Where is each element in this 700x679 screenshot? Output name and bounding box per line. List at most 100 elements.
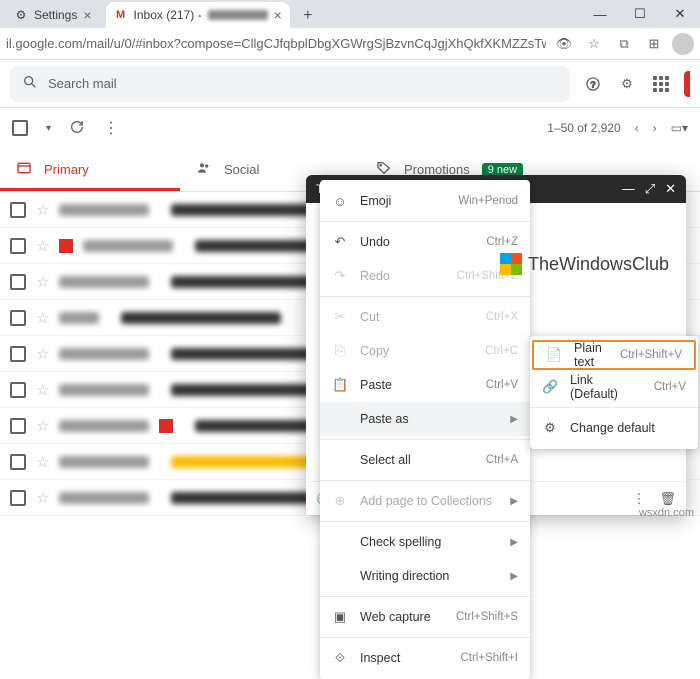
sender bbox=[59, 492, 149, 504]
ctx-web-capture[interactable]: ▣Web captureCtrl+Shift+S bbox=[320, 600, 530, 634]
close-icon[interactable]: × bbox=[83, 7, 91, 23]
inspect-icon: ⟐ bbox=[332, 650, 348, 666]
gear-icon: ⚙ bbox=[542, 420, 558, 436]
ctx-undo[interactable]: ↶UndoCtrl+Z bbox=[320, 225, 530, 259]
new-tab-button[interactable]: + bbox=[296, 4, 320, 28]
next-page-icon[interactable]: › bbox=[653, 121, 657, 135]
extensions-icon[interactable]: ⊞ bbox=[642, 32, 666, 56]
prev-page-icon[interactable]: ‹ bbox=[635, 121, 639, 135]
close-window-button[interactable]: ✕ bbox=[660, 0, 700, 28]
row-checkbox[interactable] bbox=[10, 490, 26, 506]
ctx-collections: ⊕Add page to Collections▶ bbox=[320, 484, 530, 518]
search-placeholder: Search mail bbox=[48, 76, 117, 91]
row-checkbox[interactable] bbox=[10, 346, 26, 362]
row-checkbox[interactable] bbox=[10, 202, 26, 218]
settings-gear-icon[interactable]: ⚙ bbox=[616, 73, 638, 95]
ctx-shortcut: Ctrl+Shift+I bbox=[460, 652, 518, 664]
refresh-icon[interactable] bbox=[69, 119, 85, 138]
apps-icon[interactable] bbox=[650, 73, 672, 95]
account-avatar[interactable] bbox=[684, 71, 690, 97]
url-text[interactable]: il.google.com/mail/u/0/#inbox?compose=Cl… bbox=[6, 36, 546, 51]
browser-tab-settings[interactable]: ⚙ Settings × bbox=[6, 2, 100, 28]
people-icon bbox=[196, 160, 212, 179]
search-box[interactable]: Search mail bbox=[10, 66, 570, 102]
star-icon[interactable]: ☆ bbox=[36, 453, 49, 471]
ctx-label: Writing direction bbox=[360, 569, 449, 583]
paste-icon: 📋 bbox=[332, 377, 348, 393]
ctx-label: Redo bbox=[360, 269, 390, 283]
sender bbox=[59, 456, 149, 468]
ctx-paste[interactable]: 📋PasteCtrl+V bbox=[320, 368, 530, 402]
profile-avatar[interactable] bbox=[672, 33, 694, 55]
ctx-select-all[interactable]: Select allCtrl+A bbox=[320, 443, 530, 477]
submenu-link[interactable]: 🔗Link (Default)Ctrl+V bbox=[530, 370, 698, 404]
gmail-header: Search mail ? ⚙ bbox=[0, 60, 700, 108]
ctx-shortcut: Ctrl+Z bbox=[486, 236, 518, 248]
copy-icon: ⎘ bbox=[332, 343, 348, 359]
ctx-spelling[interactable]: Check spelling▶ bbox=[320, 525, 530, 559]
ctx-label: Link (Default) bbox=[570, 373, 642, 401]
search-icon bbox=[22, 74, 38, 93]
separator bbox=[320, 521, 530, 522]
sender bbox=[59, 312, 99, 324]
eye-icon[interactable]: 👁 bbox=[552, 32, 576, 56]
row-checkbox[interactable] bbox=[10, 418, 26, 434]
star-icon[interactable]: ☆ bbox=[36, 201, 49, 219]
select-all-checkbox[interactable] bbox=[12, 120, 28, 136]
ctx-inspect[interactable]: ⟐InspectCtrl+Shift+I bbox=[320, 641, 530, 675]
more-compose-icon[interactable]: ⋮ bbox=[632, 491, 645, 507]
ctx-emoji[interactable]: ☺EmojiWin+Period bbox=[320, 184, 530, 218]
star-icon[interactable]: ☆ bbox=[36, 489, 49, 507]
ctx-label: Plain text bbox=[574, 341, 608, 369]
maximize-button[interactable]: ☐ bbox=[620, 0, 660, 28]
ctx-label: Check spelling bbox=[360, 535, 441, 549]
ctx-shortcut: Ctrl+A bbox=[486, 454, 518, 466]
row-checkbox[interactable] bbox=[10, 454, 26, 470]
sender bbox=[59, 420, 149, 432]
ctx-paste-as[interactable]: Paste as▶ bbox=[320, 402, 530, 436]
sender bbox=[59, 276, 149, 288]
address-bar: il.google.com/mail/u/0/#inbox?compose=Cl… bbox=[0, 28, 700, 60]
star-icon[interactable]: ☆ bbox=[582, 32, 606, 56]
redo-icon: ↷ bbox=[332, 268, 348, 284]
tab-primary[interactable]: Primary bbox=[0, 148, 180, 191]
separator bbox=[320, 637, 530, 638]
close-icon[interactable]: × bbox=[274, 7, 282, 23]
ctx-shortcut: Ctrl+Shift+S bbox=[456, 611, 518, 623]
chevron-down-icon[interactable]: ▾ bbox=[46, 123, 51, 134]
expand-compose-icon[interactable]: ⤢ bbox=[645, 181, 655, 197]
row-checkbox[interactable] bbox=[10, 274, 26, 290]
submenu-plain-text[interactable]: 📄Plain textCtrl+Shift+V bbox=[532, 340, 696, 370]
star-icon[interactable]: ☆ bbox=[36, 417, 49, 435]
more-icon[interactable]: ⋮ bbox=[103, 118, 119, 138]
collections-icon[interactable]: ⧉ bbox=[612, 32, 636, 56]
undo-icon: ↶ bbox=[332, 234, 348, 250]
star-icon[interactable]: ☆ bbox=[36, 381, 49, 399]
star-icon[interactable]: ☆ bbox=[36, 273, 49, 291]
ctx-label: Web capture bbox=[360, 610, 431, 624]
ctx-copy: ⎘CopyCtrl+C bbox=[320, 334, 530, 368]
minimize-compose-icon[interactable]: — bbox=[622, 181, 635, 197]
row-checkbox[interactable] bbox=[10, 310, 26, 326]
watermark-twc: TheWindowsClub bbox=[500, 253, 669, 275]
emoji-icon: ☺ bbox=[332, 194, 348, 209]
watermark-text: TheWindowsClub bbox=[528, 254, 669, 275]
star-icon[interactable]: ☆ bbox=[36, 237, 49, 255]
input-tools-icon[interactable]: ▭▾ bbox=[671, 121, 688, 135]
star-icon[interactable]: ☆ bbox=[36, 345, 49, 363]
row-checkbox[interactable] bbox=[10, 382, 26, 398]
minimize-button[interactable]: — bbox=[580, 0, 620, 28]
ctx-writing-dir[interactable]: Writing direction▶ bbox=[320, 559, 530, 593]
sender bbox=[59, 204, 149, 216]
browser-tab-gmail[interactable]: M Inbox (217) - × bbox=[106, 2, 290, 28]
row-checkbox[interactable] bbox=[10, 238, 26, 254]
help-icon[interactable]: ? bbox=[582, 73, 604, 95]
plaintext-icon: 📄 bbox=[546, 347, 562, 363]
close-compose-icon[interactable]: ✕ bbox=[665, 181, 676, 197]
sender bbox=[59, 384, 149, 396]
submenu-change-default[interactable]: ⚙Change default bbox=[530, 411, 698, 445]
inbox-icon bbox=[16, 160, 32, 179]
delete-draft-icon[interactable]: 🗑 bbox=[659, 491, 676, 507]
star-icon[interactable]: ☆ bbox=[36, 309, 49, 327]
ctx-shortcut: Ctrl+C bbox=[485, 345, 518, 357]
